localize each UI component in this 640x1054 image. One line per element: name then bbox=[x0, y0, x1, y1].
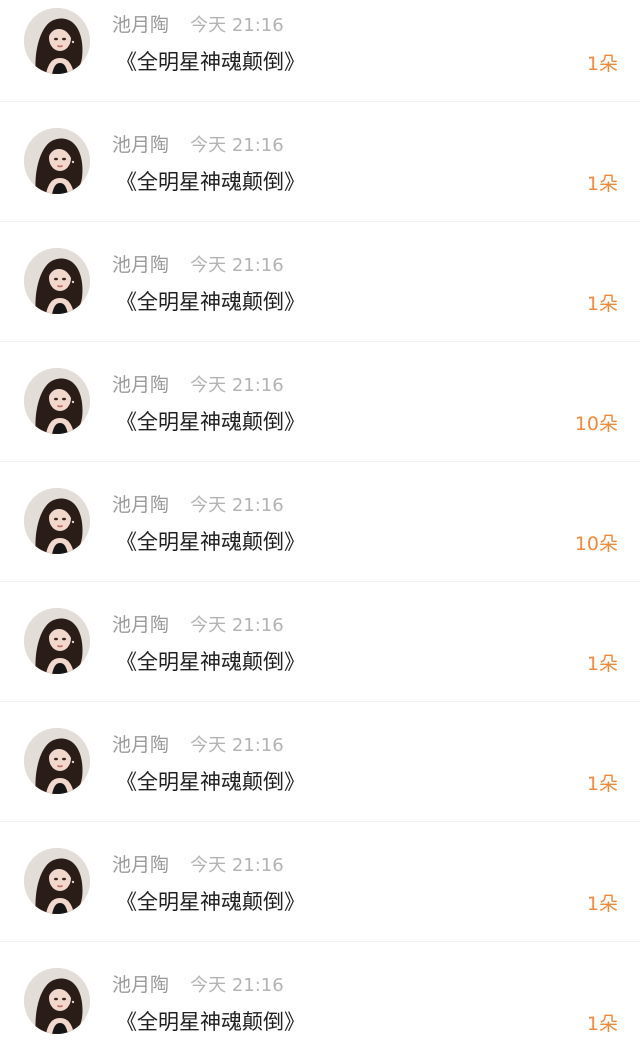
user-name[interactable]: 池月陶 bbox=[112, 854, 169, 876]
gift-title: 《全明星神魂颠倒》 bbox=[116, 770, 305, 794]
user-name[interactable]: 池月陶 bbox=[112, 254, 169, 276]
timestamp: 今天 21:16 bbox=[190, 495, 284, 516]
gift-row[interactable]: 池月陶 今天 21:16 《全明星神魂颠倒》 1朵 bbox=[0, 240, 640, 360]
row-divider bbox=[0, 821, 640, 822]
avatar-photo-icon bbox=[24, 728, 90, 794]
timestamp: 今天 21:16 bbox=[190, 255, 284, 276]
gift-title: 《全明星神魂颠倒》 bbox=[116, 650, 305, 674]
avatar-photo-icon bbox=[24, 368, 90, 434]
gift-title: 《全明星神魂颠倒》 bbox=[116, 50, 305, 74]
timestamp: 今天 21:16 bbox=[190, 375, 284, 396]
row-divider bbox=[0, 701, 640, 702]
row-meta: 池月陶 今天 21:16 bbox=[112, 612, 284, 638]
gift-row[interactable]: 池月陶 今天 21:16 《全明星神魂颠倒》 1朵 bbox=[0, 600, 640, 720]
timestamp: 今天 21:16 bbox=[190, 975, 284, 996]
row-meta: 池月陶 今天 21:16 bbox=[112, 372, 284, 398]
user-avatar[interactable] bbox=[24, 608, 90, 674]
avatar-photo-icon bbox=[24, 608, 90, 674]
row-meta: 池月陶 今天 21:16 bbox=[112, 12, 284, 38]
row-meta: 池月陶 今天 21:16 bbox=[112, 132, 284, 158]
user-name[interactable]: 池月陶 bbox=[112, 734, 169, 756]
gift-title: 《全明星神魂颠倒》 bbox=[116, 290, 305, 314]
user-name[interactable]: 池月陶 bbox=[112, 374, 169, 396]
user-avatar[interactable] bbox=[24, 8, 90, 74]
timestamp: 今天 21:16 bbox=[190, 735, 284, 756]
avatar-photo-icon bbox=[24, 968, 90, 1034]
user-name[interactable]: 池月陶 bbox=[112, 974, 169, 996]
flower-count: 10朵 bbox=[574, 413, 618, 435]
timestamp: 今天 21:16 bbox=[190, 15, 284, 36]
row-divider bbox=[0, 221, 640, 222]
user-avatar[interactable] bbox=[24, 128, 90, 194]
gift-row[interactable]: 池月陶 今天 21:16 《全明星神魂颠倒》 1朵 bbox=[0, 0, 640, 120]
flower-count: 1朵 bbox=[586, 293, 618, 315]
avatar-photo-icon bbox=[24, 848, 90, 914]
row-meta: 池月陶 今天 21:16 bbox=[112, 252, 284, 278]
gift-feed: 池月陶 今天 21:16 《全明星神魂颠倒》 1朵 池月陶 今天 21:16 《… bbox=[0, 0, 640, 1054]
user-name[interactable]: 池月陶 bbox=[112, 134, 169, 156]
flower-count: 1朵 bbox=[586, 893, 618, 915]
gift-row[interactable]: 池月陶 今天 21:16 《全明星神魂颠倒》 10朵 bbox=[0, 360, 640, 480]
flower-count: 1朵 bbox=[586, 1013, 618, 1035]
flower-count: 1朵 bbox=[586, 53, 618, 75]
flower-count: 1朵 bbox=[586, 653, 618, 675]
flower-count: 10朵 bbox=[574, 533, 618, 555]
user-name[interactable]: 池月陶 bbox=[112, 494, 169, 516]
gift-row[interactable]: 池月陶 今天 21:16 《全明星神魂颠倒》 1朵 bbox=[0, 720, 640, 840]
gift-title: 《全明星神魂颠倒》 bbox=[116, 890, 305, 914]
row-divider bbox=[0, 581, 640, 582]
row-divider bbox=[0, 461, 640, 462]
row-meta: 池月陶 今天 21:16 bbox=[112, 732, 284, 758]
gift-row[interactable]: 池月陶 今天 21:16 《全明星神魂颠倒》 1朵 bbox=[0, 120, 640, 240]
row-divider bbox=[0, 941, 640, 942]
gift-title: 《全明星神魂颠倒》 bbox=[116, 1010, 305, 1034]
gift-row[interactable]: 池月陶 今天 21:16 《全明星神魂颠倒》 1朵 bbox=[0, 960, 640, 1054]
timestamp: 今天 21:16 bbox=[190, 135, 284, 156]
timestamp: 今天 21:16 bbox=[190, 855, 284, 876]
row-meta: 池月陶 今天 21:16 bbox=[112, 492, 284, 518]
avatar-photo-icon bbox=[24, 248, 90, 314]
avatar-photo-icon bbox=[24, 128, 90, 194]
row-divider bbox=[0, 341, 640, 342]
flower-count: 1朵 bbox=[586, 173, 618, 195]
row-divider bbox=[0, 101, 640, 102]
gift-row[interactable]: 池月陶 今天 21:16 《全明星神魂颠倒》 1朵 bbox=[0, 840, 640, 960]
gift-row[interactable]: 池月陶 今天 21:16 《全明星神魂颠倒》 10朵 bbox=[0, 480, 640, 600]
user-avatar[interactable] bbox=[24, 488, 90, 554]
user-name[interactable]: 池月陶 bbox=[112, 14, 169, 36]
user-avatar[interactable] bbox=[24, 368, 90, 434]
row-meta: 池月陶 今天 21:16 bbox=[112, 852, 284, 878]
user-avatar[interactable] bbox=[24, 848, 90, 914]
user-name[interactable]: 池月陶 bbox=[112, 614, 169, 636]
row-meta: 池月陶 今天 21:16 bbox=[112, 972, 284, 998]
avatar-photo-icon bbox=[24, 8, 90, 74]
gift-title: 《全明星神魂颠倒》 bbox=[116, 530, 305, 554]
flower-count: 1朵 bbox=[586, 773, 618, 795]
timestamp: 今天 21:16 bbox=[190, 615, 284, 636]
user-avatar[interactable] bbox=[24, 728, 90, 794]
gift-title: 《全明星神魂颠倒》 bbox=[116, 410, 305, 434]
gift-title: 《全明星神魂颠倒》 bbox=[116, 170, 305, 194]
user-avatar[interactable] bbox=[24, 248, 90, 314]
avatar-photo-icon bbox=[24, 488, 90, 554]
user-avatar[interactable] bbox=[24, 968, 90, 1034]
